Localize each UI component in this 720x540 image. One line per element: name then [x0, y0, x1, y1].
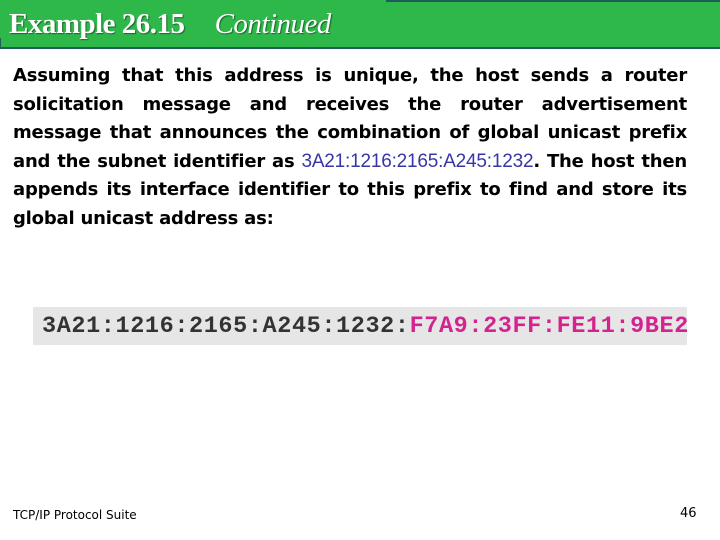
global-unicast-address-box: 3A21:1216:2165:A245:1232: F7A9:23FF:FE11:… — [33, 307, 689, 345]
footer-page-number: 46 — [680, 506, 697, 521]
header-left-accent-line — [0, 38, 1, 49]
example-label: Example 26.15 — [9, 8, 185, 40]
address-separator: : — [394, 312, 410, 340]
footer-book-title: TCP/IP Protocol Suite — [13, 508, 137, 522]
address-interface-id-part: F7A9:23FF:FE11:9BE2 — [409, 312, 689, 340]
body-paragraph: Assuming that this address is unique, th… — [13, 62, 687, 233]
slide-title: Example 26.15 Continued — [9, 5, 331, 43]
highlighted-prefix: 3A21:1216:2165:A245:1232 — [301, 150, 534, 172]
slide-header-bar: Example 26.15 Continued — [0, 0, 720, 49]
continued-label: Continued — [214, 8, 332, 40]
header-top-accent-line — [386, 0, 720, 2]
address-prefix-part: 3A21:1216:2165:A245:1232 — [42, 312, 395, 340]
